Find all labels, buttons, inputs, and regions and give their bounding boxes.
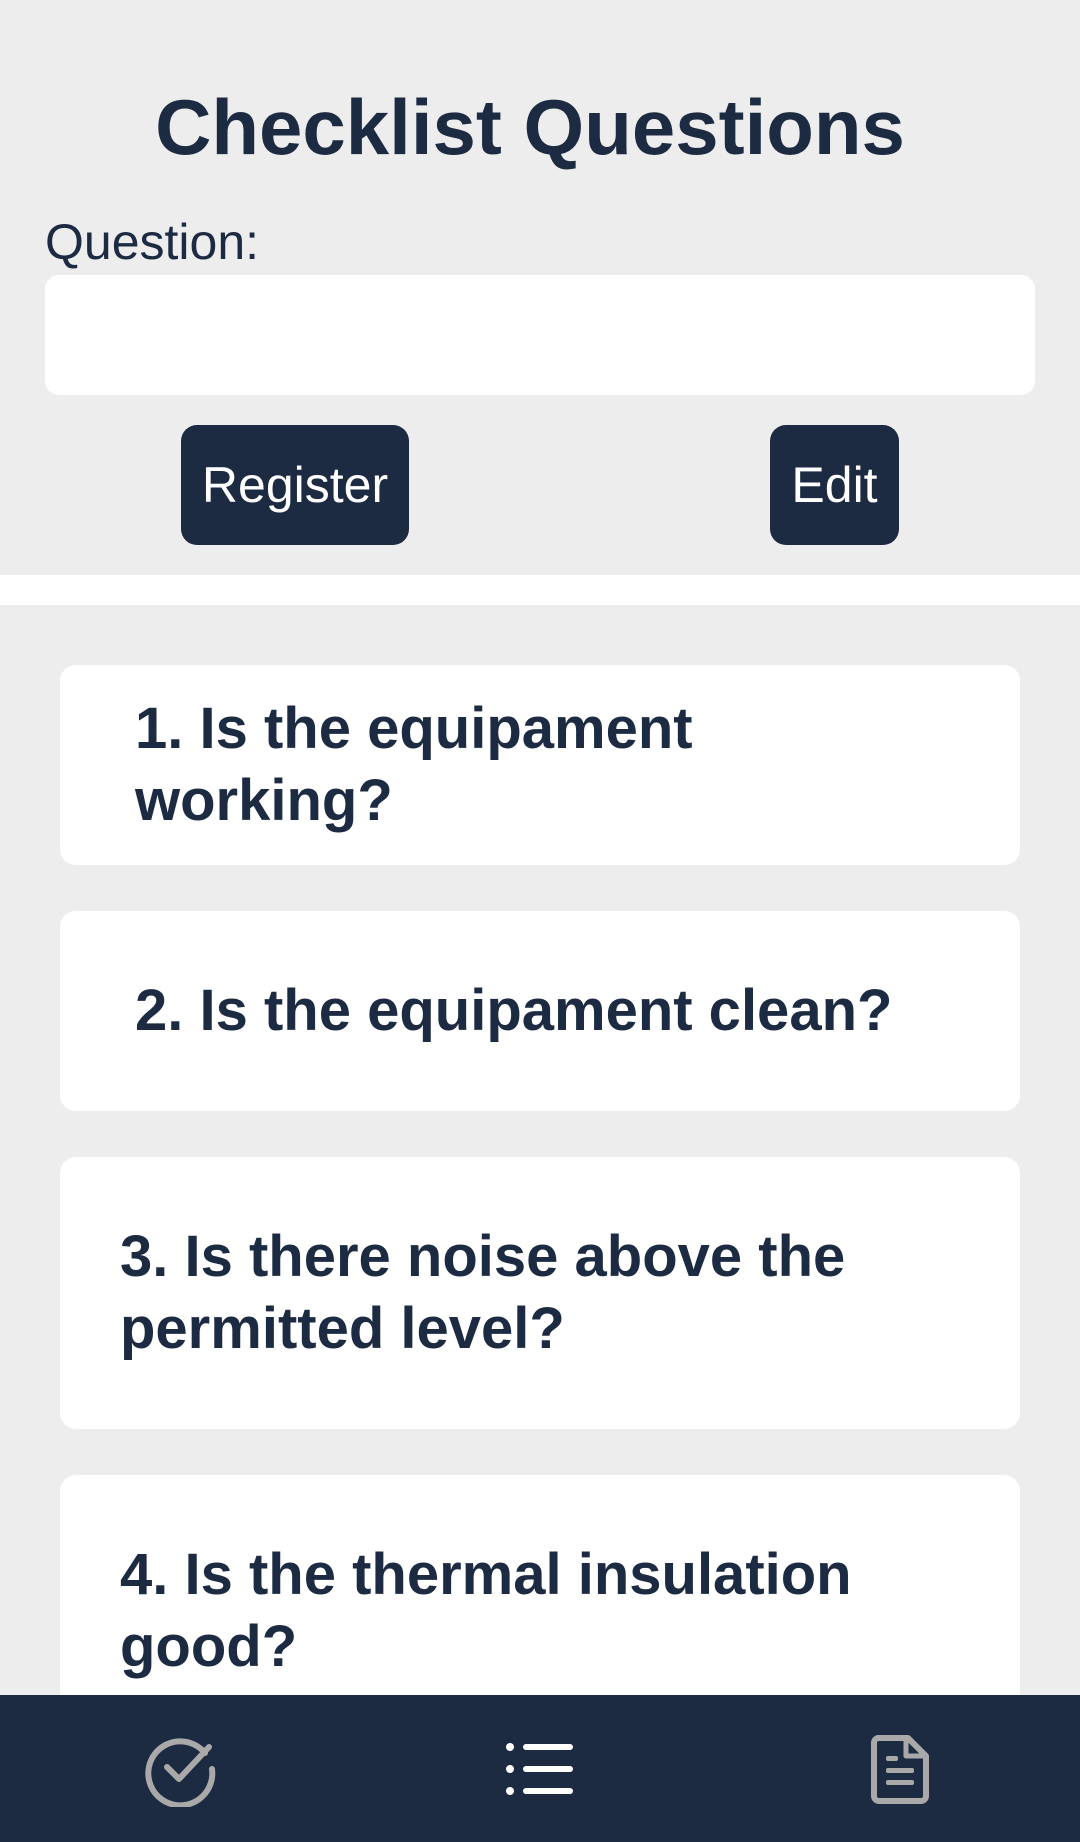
nav-checklist[interactable] <box>111 1695 251 1842</box>
register-button[interactable]: Register <box>181 425 409 545</box>
question-text: 2. Is the equipament clean? <box>135 978 893 1043</box>
nav-questions[interactable] <box>470 1695 610 1842</box>
question-text: 1. Is the equipament working? <box>135 696 693 833</box>
app-screen: Checklist Questions Question: Register E… <box>0 0 1080 1842</box>
question-text: 3. Is there noise above the permitted le… <box>120 1224 846 1361</box>
question-list: 1. Is the equipament working? 2. Is the … <box>60 665 1020 1793</box>
section-divider <box>0 575 1080 605</box>
check-circle-icon <box>145 1737 216 1807</box>
question-card[interactable]: 3. Is there noise above the permitted le… <box>60 1157 1020 1429</box>
list-icon <box>506 1742 573 1795</box>
document-icon <box>871 1734 929 1804</box>
question-card[interactable]: 2. Is the equipament clean? <box>60 911 1020 1111</box>
bottom-navigation <box>0 1695 1080 1842</box>
question-label: Question: <box>45 214 260 270</box>
edit-button[interactable]: Edit <box>770 425 899 545</box>
page-title: Checklist Questions <box>155 83 905 171</box>
question-text: 4. Is the thermal insulation good? <box>120 1542 852 1679</box>
question-input[interactable] <box>45 275 1035 395</box>
question-card[interactable]: 1. Is the equipament working? <box>60 665 1020 865</box>
nav-reports[interactable] <box>830 1695 970 1842</box>
